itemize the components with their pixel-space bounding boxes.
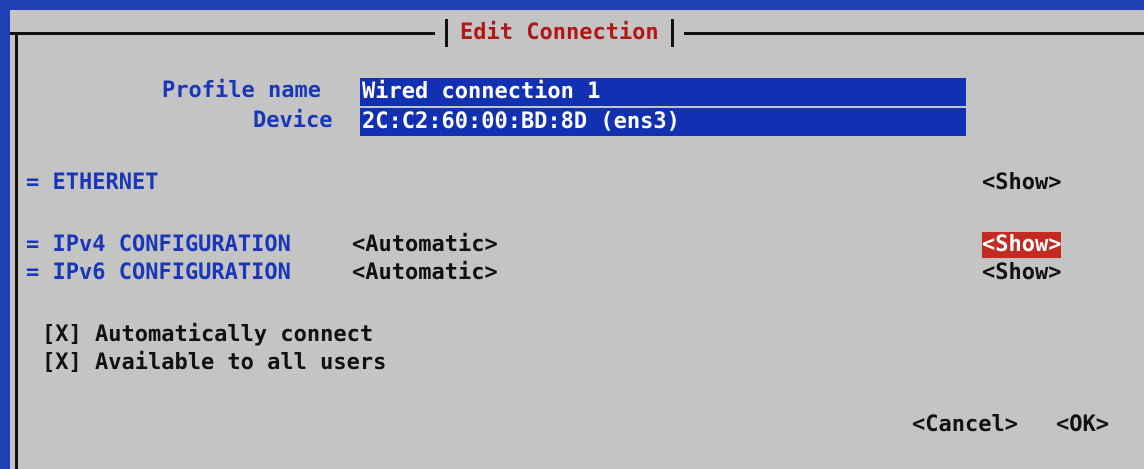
cancel-button[interactable]: <Cancel> bbox=[912, 412, 1018, 438]
device-label: Device bbox=[253, 108, 333, 133]
ipv6-mode-dropdown[interactable]: <Automatic> bbox=[352, 260, 498, 286]
ethernet-section-label[interactable]: = ETHERNET bbox=[26, 170, 158, 196]
title-right-bracket bbox=[670, 19, 674, 47]
terminal-screen: Edit Connection Profile name Wired conne… bbox=[0, 0, 1144, 469]
all-users-checkbox[interactable]: [X] Available to all users bbox=[42, 350, 386, 376]
device-input[interactable]: 2C:C2:60:00:BD:8D (ens3) bbox=[360, 108, 966, 136]
title-left-bracket bbox=[445, 19, 448, 47]
ok-button[interactable]: <OK> bbox=[1056, 412, 1109, 438]
edit-connection-dialog: Edit Connection Profile name Wired conne… bbox=[10, 10, 1144, 469]
ipv6-section-label: = IPv6 CONFIGURATION bbox=[26, 260, 291, 285]
profile-name-input[interactable]: Wired connection 1 bbox=[360, 78, 966, 106]
ethernet-show-button[interactable]: <Show> bbox=[982, 170, 1061, 196]
dialog-title: Edit Connection bbox=[460, 20, 659, 45]
profile-name-label: Profile name bbox=[162, 78, 321, 103]
ipv6-show-button[interactable]: <Show> bbox=[982, 260, 1061, 286]
auto-connect-checkbox[interactable]: [X] Automatically connect bbox=[42, 322, 373, 348]
dialog-title-box: Edit Connection bbox=[435, 16, 684, 50]
ipv4-section-label: = IPv4 CONFIGURATION bbox=[26, 232, 291, 257]
frame-left-border bbox=[15, 32, 18, 469]
ipv4-mode-dropdown[interactable]: <Automatic> bbox=[352, 232, 498, 258]
ipv4-show-button[interactable]: <Show> bbox=[982, 232, 1062, 258]
